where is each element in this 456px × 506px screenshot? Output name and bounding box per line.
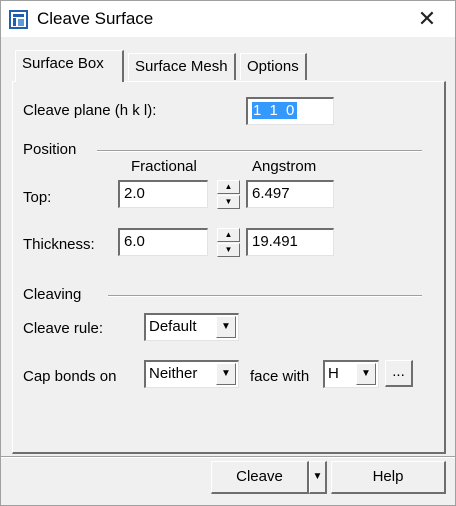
top-label: Top: (23, 189, 52, 206)
title-bar: Cleave Surface ✕ (1, 1, 455, 37)
tab-label: Surface Mesh (135, 58, 228, 75)
spin-up-icon[interactable]: ▲ (217, 228, 240, 242)
cap-bonds-label: Cap bonds on (23, 368, 117, 385)
thickness-spinner[interactable]: ▲ ▼ (217, 228, 240, 257)
cleave-rule-select[interactable]: Default ▼ (144, 313, 239, 341)
tab-label: Surface Box (22, 55, 104, 72)
chevron-down-icon[interactable]: ▼ (216, 363, 236, 385)
top-fractional-input[interactable]: 2.0 (118, 180, 208, 208)
button-bar-divider (1, 456, 455, 458)
position-divider (97, 150, 422, 152)
angstrom-column-header: Angstrom (252, 158, 317, 175)
face-with-value: H (328, 365, 339, 382)
cap-bonds-select[interactable]: Neither ▼ (144, 360, 239, 388)
tab-surface-mesh[interactable]: Surface Mesh (128, 53, 236, 80)
face-with-label: face with (250, 368, 310, 385)
top-spinner[interactable]: ▲ ▼ (217, 180, 240, 209)
cap-options-button[interactable]: ... (385, 360, 413, 387)
tab-surface-box[interactable]: Surface Box (15, 50, 124, 82)
chevron-down-icon[interactable]: ▼ (216, 316, 236, 338)
surface-box-panel: Cleave plane (h k l): 1 1 0 Position Fra… (12, 81, 446, 454)
thickness-fractional-input[interactable]: 6.0 (118, 228, 208, 256)
cleaving-divider (108, 295, 422, 297)
face-with-select[interactable]: H ▼ (323, 360, 379, 388)
tab-label: Options (247, 58, 299, 75)
app-icon (9, 10, 28, 29)
top-angstrom-input[interactable]: 6.497 (246, 180, 334, 208)
cleave-rule-value: Default (149, 318, 197, 335)
dialog-client-area: Surface Mesh Options Surface Box Cleave … (1, 37, 455, 505)
chevron-down-icon[interactable]: ▼ (356, 363, 376, 385)
help-button[interactable]: Help (331, 461, 446, 494)
cleave-dropdown-icon[interactable]: ▼ (309, 461, 327, 494)
thickness-angstrom-input[interactable]: 19.491 (246, 228, 334, 256)
cleave-button[interactable]: Cleave (211, 461, 309, 494)
window-title: Cleave Surface (37, 9, 154, 28)
cleave-plane-input[interactable]: 1 1 0 (246, 97, 334, 125)
tab-options[interactable]: Options (240, 53, 307, 80)
spin-up-icon[interactable]: ▲ (217, 180, 240, 194)
cleave-surface-dialog: Cleave Surface ✕ Surface Mesh Options Su… (0, 0, 456, 506)
spin-down-icon[interactable]: ▼ (217, 243, 240, 257)
cleave-rule-label: Cleave rule: (23, 320, 104, 337)
close-icon[interactable]: ✕ (405, 5, 449, 33)
position-group-label: Position (23, 141, 77, 158)
cap-bonds-value: Neither (149, 365, 198, 382)
fractional-column-header: Fractional (131, 158, 197, 175)
cleave-plane-label: Cleave plane (h k l): (23, 102, 157, 119)
spin-down-icon[interactable]: ▼ (217, 195, 240, 209)
thickness-label: Thickness: (23, 236, 95, 253)
cleave-plane-value: 1 1 0 (252, 102, 298, 119)
cleaving-group-label: Cleaving (23, 286, 82, 303)
